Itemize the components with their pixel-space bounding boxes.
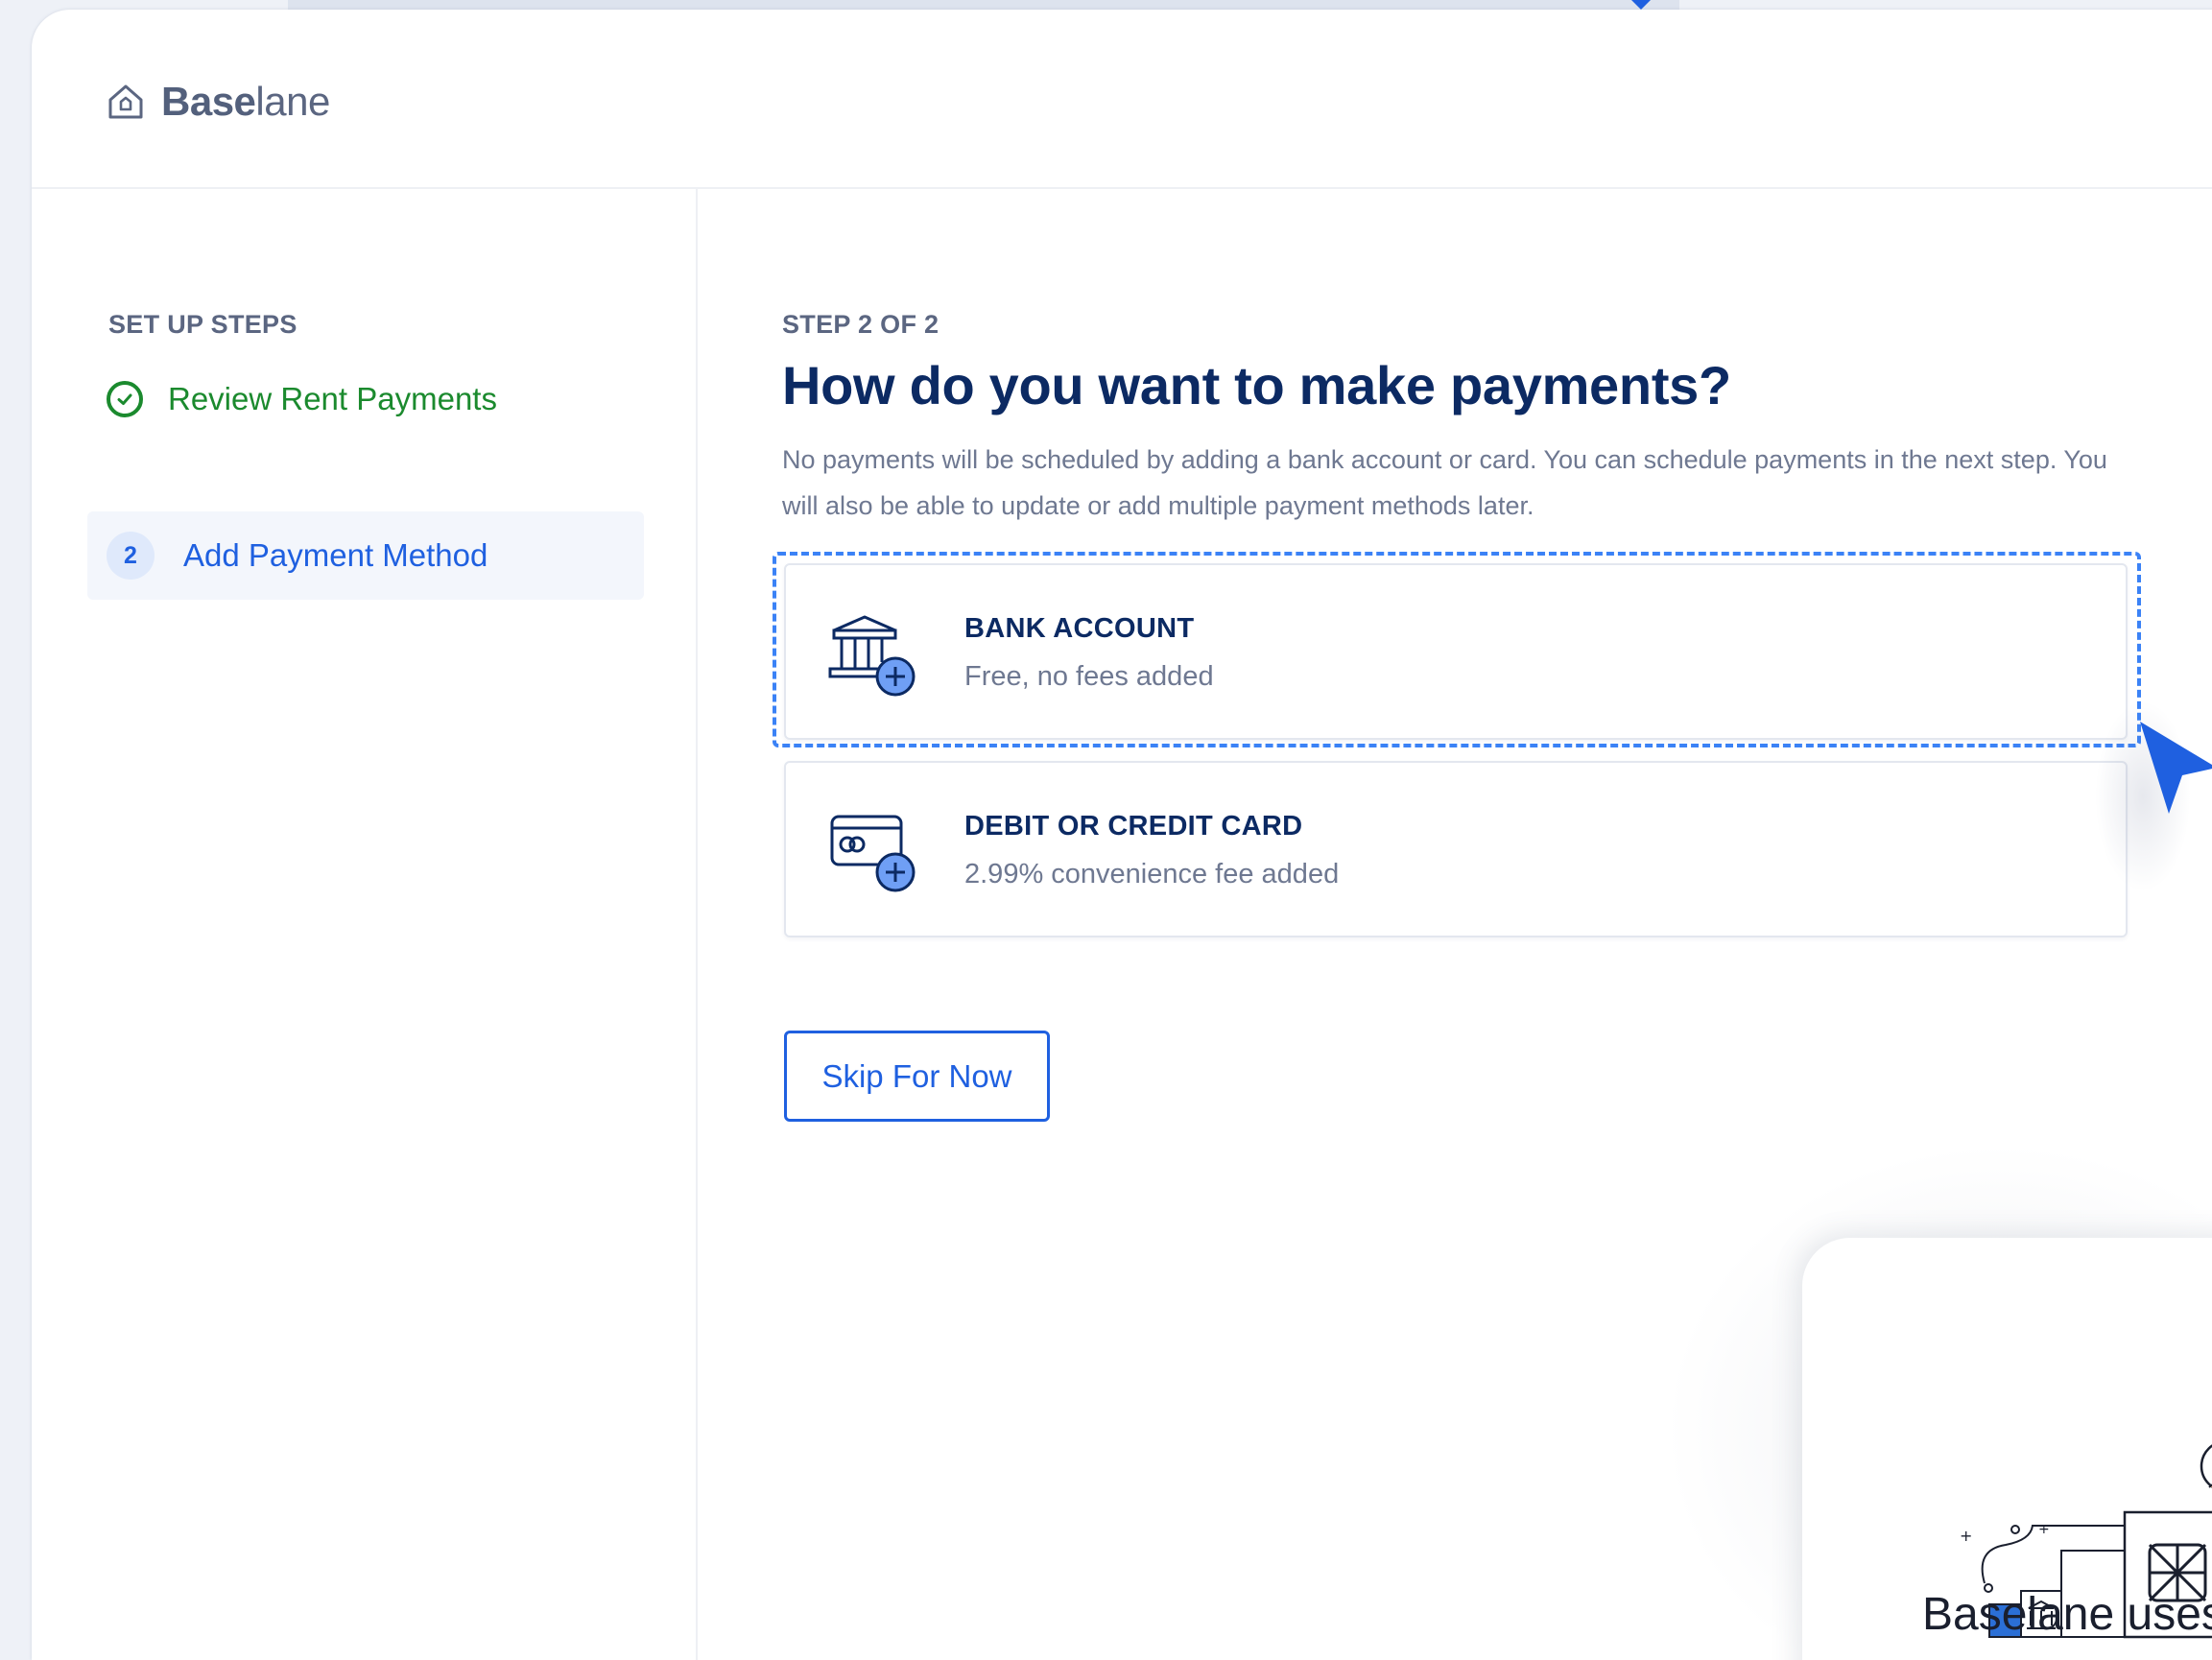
- payment-option-bank-account[interactable]: BANK ACCOUNT Free, no fees added: [784, 563, 2128, 740]
- skip-for-now-button[interactable]: Skip For Now: [784, 1031, 1050, 1122]
- sidebar: SET UP STEPS Review Rent Payments 2 Add …: [32, 189, 698, 1660]
- svg-text:+: +: [1960, 1527, 1972, 1545]
- logo[interactable]: Baselane: [106, 79, 330, 125]
- option-subtitle: 2.99% convenience fee added: [964, 859, 1340, 889]
- app-window: Baselane SET UP STEPS Review Rent Paymen…: [32, 10, 2212, 1660]
- step-number-badge: 2: [107, 532, 155, 580]
- svg-text:+: +: [2038, 1522, 2050, 1537]
- header: Baselane: [32, 10, 2212, 189]
- plaid-info-text: Baselane uses: [1922, 1589, 2212, 1640]
- sidebar-step-review-rent-payments[interactable]: Review Rent Payments: [107, 381, 497, 417]
- page-title: How do you want to make payments?: [782, 355, 1731, 415]
- card-add-icon: [830, 815, 916, 892]
- step-indicator: STEP 2 OF 2: [782, 310, 940, 339]
- option-title: DEBIT OR CREDIT CARD: [964, 811, 1303, 842]
- option-subtitle: Free, no fees added: [964, 661, 1214, 692]
- decorative-mark: [1631, 0, 1651, 10]
- check-circle-icon: [107, 381, 143, 417]
- payment-option-debit-credit-card[interactable]: DEBIT OR CREDIT CARD 2.99% convenience f…: [784, 761, 2128, 937]
- option-title: BANK ACCOUNT: [964, 613, 1195, 644]
- bank-add-icon: [828, 615, 916, 697]
- cursor-arrow-icon: [2140, 722, 2212, 814]
- background-strip: [288, 0, 1679, 10]
- home-icon: [108, 84, 143, 119]
- step-label: Add Payment Method: [183, 537, 488, 573]
- sidebar-heading: SET UP STEPS: [108, 310, 297, 339]
- page-description: No payments will be scheduled by adding …: [782, 445, 2107, 520]
- brand-name: Baselane: [161, 79, 330, 124]
- plaid-info-card: + + Baselane uses: [1802, 1238, 2212, 1660]
- sidebar-step-add-payment-method[interactable]: 2 Add Payment Method: [87, 511, 644, 600]
- step-label: Review Rent Payments: [168, 381, 497, 416]
